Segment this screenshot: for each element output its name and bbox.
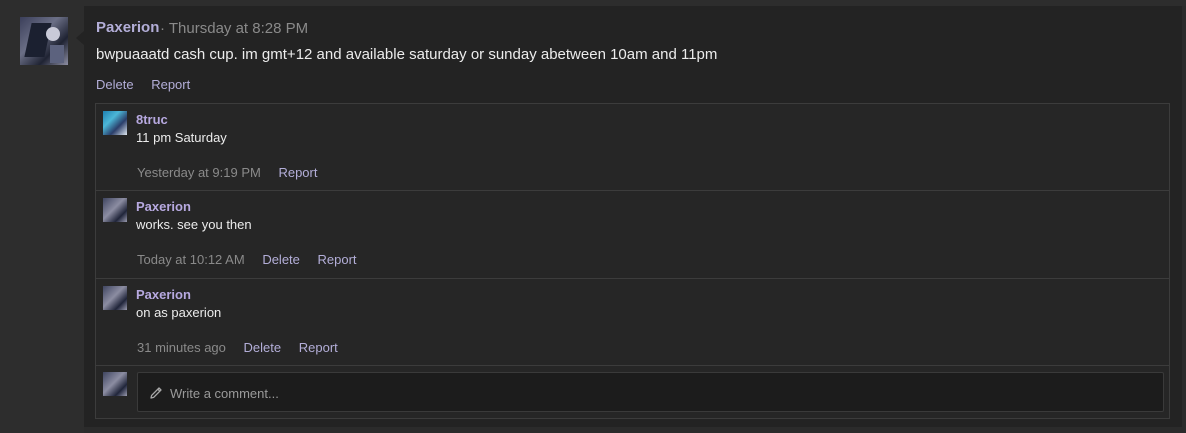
comment-input[interactable] xyxy=(168,382,1152,404)
comment-composer[interactable] xyxy=(137,372,1164,412)
comment-item: 8truc 11 pm Saturday Yesterday at 9:19 P… xyxy=(96,104,1169,191)
comment-item: Paxerion works. see you then Today at 10… xyxy=(96,191,1169,279)
comment-report-button[interactable]: Report xyxy=(299,340,338,355)
comment-meta: Today at 10:12 AM Delete Report xyxy=(137,252,357,267)
comment-text: on as paxerion xyxy=(136,305,222,320)
comment-text: works. see you then xyxy=(136,217,252,232)
pencil-icon xyxy=(150,387,162,399)
post-timestamp: · Thursday at 8:28 PM xyxy=(160,20,309,37)
post-author-name[interactable]: Paxerion xyxy=(96,19,159,36)
comment-report-button[interactable]: Report xyxy=(278,165,317,180)
comment-avatar[interactable] xyxy=(103,286,127,310)
comment-author[interactable]: Paxerion xyxy=(136,287,191,302)
post-body: bwpuaaatd cash cup. im gmt+12 and availa… xyxy=(96,46,718,63)
comment-timestamp: Yesterday at 9:19 PM xyxy=(137,165,261,180)
post-delete-button[interactable]: Delete xyxy=(96,77,134,92)
comment-author[interactable]: Paxerion xyxy=(136,199,191,214)
post-report-button[interactable]: Report xyxy=(151,77,190,92)
comment-item: Paxerion on as paxerion 31 minutes ago D… xyxy=(96,279,1169,366)
comment-meta: 31 minutes ago Delete Report xyxy=(137,340,338,355)
comment-author[interactable]: 8truc xyxy=(136,112,168,127)
comment-avatar[interactable] xyxy=(103,198,127,222)
comment-meta: Yesterday at 9:19 PM Report xyxy=(137,165,317,180)
avatar-pointer xyxy=(76,31,84,45)
comment-thread: 8truc 11 pm Saturday Yesterday at 9:19 P… xyxy=(95,103,1170,419)
post-author-avatar[interactable] xyxy=(20,17,68,65)
comment-delete-button[interactable]: Delete xyxy=(262,252,300,267)
comment-report-button[interactable]: Report xyxy=(318,252,357,267)
comment-delete-button[interactable]: Delete xyxy=(244,340,282,355)
comment-timestamp: Today at 10:12 AM xyxy=(137,252,245,267)
comment-timestamp: 31 minutes ago xyxy=(137,340,226,355)
post-actions: Delete Report xyxy=(96,77,204,92)
comment-text: 11 pm Saturday xyxy=(136,130,227,145)
comment-avatar[interactable] xyxy=(103,111,127,135)
composer-avatar xyxy=(103,372,127,396)
